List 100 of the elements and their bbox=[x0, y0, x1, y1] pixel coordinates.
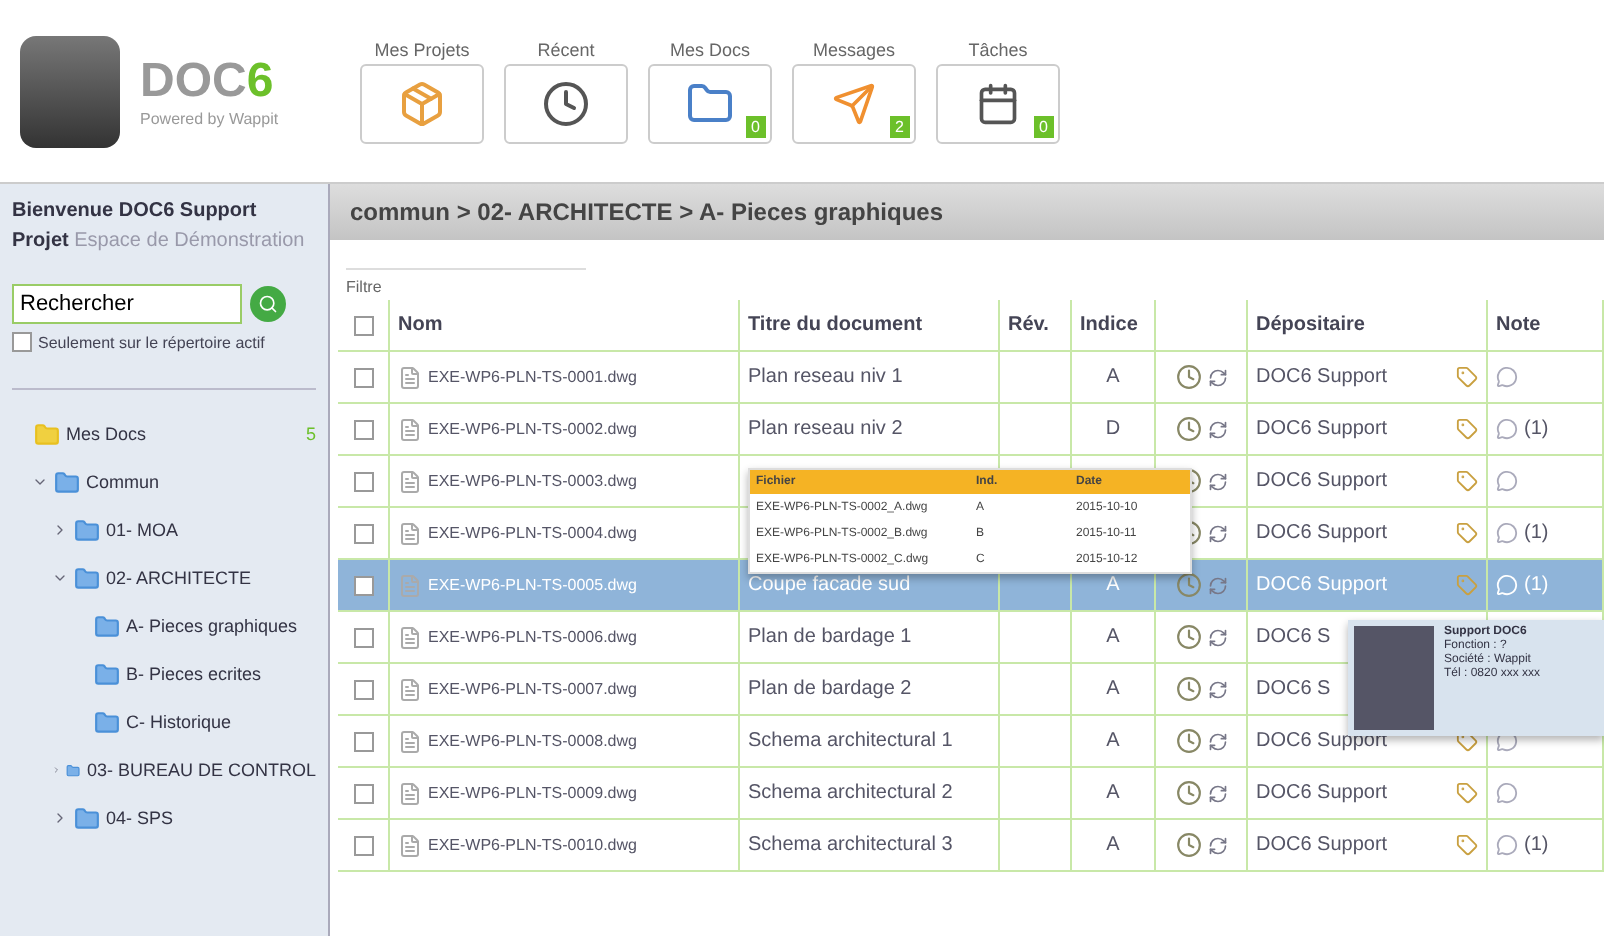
file-name[interactable]: EXE-WP6-PLN-TS-0010.dwg bbox=[428, 836, 637, 854]
table-row[interactable]: EXE-WP6-PLN-TS-0009.dwg Schema architectural 2 A DOC6 Support bbox=[338, 768, 1604, 820]
file-icon bbox=[398, 417, 422, 441]
file-name[interactable]: EXE-WP6-PLN-TS-0007.dwg bbox=[428, 680, 637, 698]
comment-icon[interactable] bbox=[1496, 782, 1518, 804]
file-name[interactable]: EXE-WP6-PLN-TS-0006.dwg bbox=[428, 628, 637, 646]
caret-icon[interactable] bbox=[52, 570, 68, 586]
refresh-icon[interactable] bbox=[1207, 419, 1227, 439]
checkbox[interactable] bbox=[353, 471, 373, 491]
tree-item[interactable]: 04- SPS bbox=[12, 798, 316, 838]
history-icon[interactable] bbox=[1175, 364, 1201, 390]
file-name[interactable]: EXE-WP6-PLN-TS-0003.dwg bbox=[428, 472, 637, 490]
history-icon[interactable] bbox=[1175, 728, 1201, 754]
checkbox[interactable] bbox=[353, 627, 373, 647]
file-icon bbox=[398, 521, 422, 545]
history-icon[interactable] bbox=[1175, 832, 1201, 858]
brand-name: DOC6 bbox=[140, 54, 276, 110]
comment-icon[interactable] bbox=[1496, 522, 1518, 544]
search-field[interactable]: Rechercher bbox=[12, 284, 242, 324]
tree-item[interactable]: Commun bbox=[12, 462, 316, 502]
refresh-icon[interactable] bbox=[1207, 679, 1227, 699]
comment-icon[interactable] bbox=[1496, 834, 1518, 856]
file-name[interactable]: EXE-WP6-PLN-TS-0002.dwg bbox=[428, 420, 637, 438]
table-row[interactable]: EXE-WP6-PLN-TS-0008.dwg Schema architectural 1 A DOC6 Support bbox=[338, 716, 1604, 768]
folder-icon bbox=[74, 517, 100, 543]
checkbox[interactable] bbox=[353, 783, 373, 803]
checkbox[interactable] bbox=[12, 332, 32, 352]
refresh-icon[interactable] bbox=[1207, 575, 1227, 595]
nav-button[interactable] bbox=[504, 63, 628, 143]
table-cell: Plan de bardage 2 bbox=[748, 678, 912, 700]
file-icon bbox=[398, 469, 422, 493]
history-icon[interactable] bbox=[1175, 676, 1201, 702]
refresh-icon[interactable] bbox=[1207, 367, 1227, 387]
checkbox[interactable] bbox=[353, 367, 373, 387]
caret-icon[interactable] bbox=[52, 810, 68, 826]
tag-icon[interactable] bbox=[1456, 366, 1478, 388]
column-header[interactable]: Dépositaire bbox=[1248, 300, 1488, 350]
history-icon[interactable] bbox=[1175, 572, 1201, 598]
comment-icon[interactable] bbox=[1496, 418, 1518, 440]
checkbox[interactable] bbox=[353, 315, 373, 335]
file-icon bbox=[398, 625, 422, 649]
checkbox[interactable] bbox=[353, 575, 373, 595]
refresh-icon[interactable] bbox=[1207, 783, 1227, 803]
refresh-icon[interactable] bbox=[1207, 471, 1227, 491]
table-row[interactable]: EXE-WP6-PLN-TS-0002.dwg Plan reseau niv 2 D DOC6 Support (1) bbox=[338, 404, 1604, 456]
history-icon[interactable] bbox=[1175, 624, 1201, 650]
file-icon bbox=[398, 365, 422, 389]
checkbox[interactable] bbox=[353, 419, 373, 439]
refresh-icon[interactable] bbox=[1207, 627, 1227, 647]
column-header[interactable]: Note bbox=[1488, 300, 1604, 350]
checkbox[interactable] bbox=[353, 523, 373, 543]
tag-icon[interactable] bbox=[1456, 418, 1478, 440]
tag-icon[interactable] bbox=[1456, 470, 1478, 492]
tag-icon[interactable] bbox=[1456, 834, 1478, 856]
file-icon bbox=[398, 677, 422, 701]
file-icon bbox=[398, 573, 422, 597]
logo-icon bbox=[20, 35, 120, 147]
comment-icon[interactable] bbox=[1496, 470, 1518, 492]
checkbox[interactable] bbox=[353, 679, 373, 699]
file-icon bbox=[398, 729, 422, 753]
refresh-icon[interactable] bbox=[1207, 835, 1227, 855]
table-cell: DOC6 S bbox=[1256, 626, 1331, 648]
table-cell: Coupe facade sud bbox=[748, 574, 911, 596]
column-header[interactable]: Indice bbox=[1072, 300, 1156, 350]
history-icon[interactable] bbox=[1175, 416, 1201, 442]
comment-icon[interactable] bbox=[1496, 366, 1518, 388]
tag-icon[interactable] bbox=[1456, 782, 1478, 804]
table-row[interactable]: EXE-WP6-PLN-TS-0001.dwg Plan reseau niv 1 A DOC6 Support bbox=[338, 352, 1604, 404]
checkbox[interactable] bbox=[353, 835, 373, 855]
tag-icon[interactable] bbox=[1456, 522, 1478, 544]
folder-icon bbox=[74, 805, 100, 831]
column-header[interactable]: Titre du document bbox=[740, 300, 1000, 350]
table-cell: A bbox=[1106, 626, 1120, 648]
history-icon[interactable] bbox=[1175, 780, 1201, 806]
tree-label: C- Historique bbox=[126, 712, 232, 732]
refresh-icon[interactable] bbox=[1207, 731, 1227, 751]
table-cell: A bbox=[1106, 574, 1120, 596]
file-name[interactable]: EXE-WP6-PLN-TS-0009.dwg bbox=[428, 784, 637, 802]
caret-icon[interactable] bbox=[52, 522, 68, 538]
column-header[interactable]: Nom bbox=[390, 300, 740, 350]
file-name[interactable]: EXE-WP6-PLN-TS-0008.dwg bbox=[428, 732, 637, 750]
column-header[interactable]: Rév. bbox=[1000, 300, 1072, 350]
send-icon bbox=[832, 81, 876, 125]
tree-item[interactable]: A- Pieces graphiques bbox=[12, 606, 316, 646]
refresh-icon[interactable] bbox=[1207, 523, 1227, 543]
tree-item[interactable]: 03- BUREAU DE CONTROL bbox=[12, 750, 316, 790]
caret-icon[interactable] bbox=[32, 474, 48, 490]
tree-item[interactable]: C- Historique bbox=[12, 702, 316, 742]
file-name[interactable]: EXE-WP6-PLN-TS-0004.dwg bbox=[428, 524, 637, 542]
checkbox[interactable] bbox=[353, 731, 373, 751]
tree-item[interactable]: 01- MOA bbox=[12, 510, 316, 550]
tree-item[interactable]: Mes Docs 5 bbox=[12, 414, 316, 454]
table-row[interactable]: EXE-WP6-PLN-TS-0010.dwg Schema architectural 3 A DOC6 Support (1) bbox=[338, 820, 1604, 872]
tree-item[interactable]: B- Pieces ecrites bbox=[12, 654, 316, 694]
search-icon bbox=[258, 294, 278, 314]
box-icon bbox=[398, 79, 446, 127]
tree-item[interactable]: 02- ARCHITECTE bbox=[12, 558, 316, 598]
folder-icon bbox=[94, 661, 120, 687]
search-button[interactable] bbox=[250, 286, 286, 322]
file-name[interactable]: EXE-WP6-PLN-TS-0001.dwg bbox=[428, 368, 637, 386]
